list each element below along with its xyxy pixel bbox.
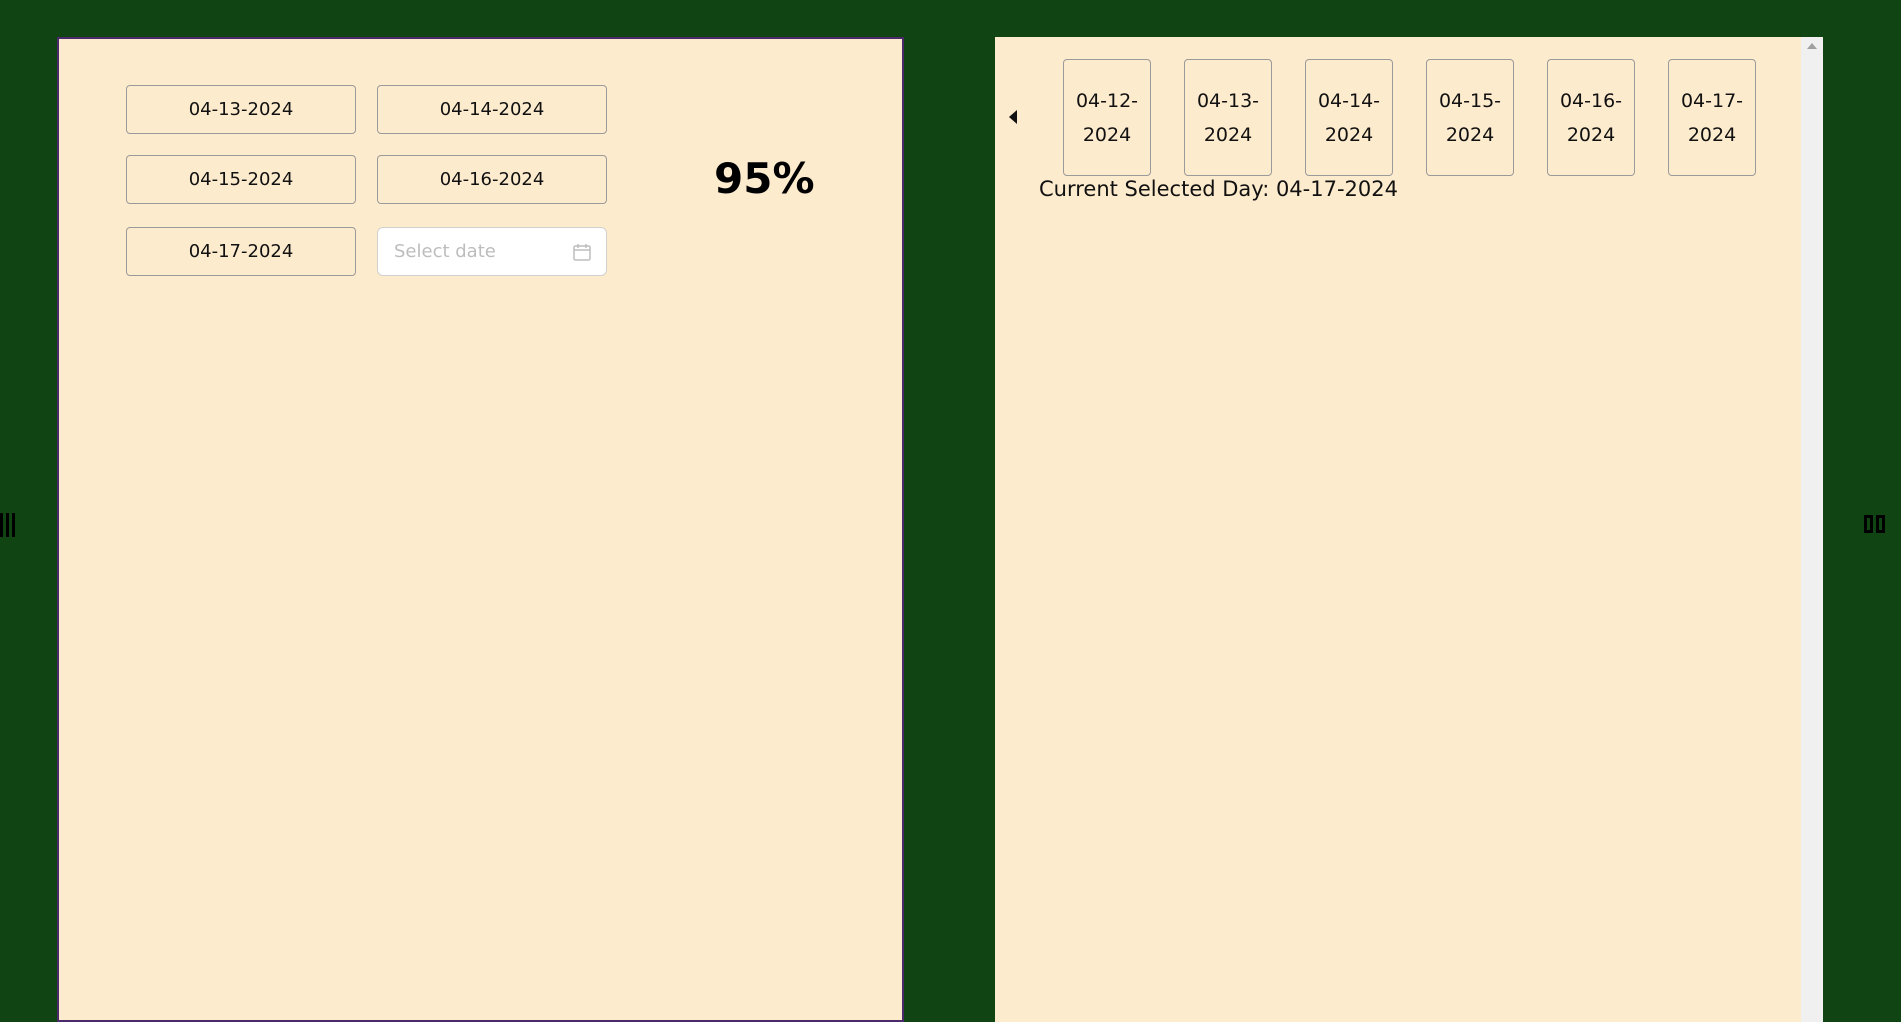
day-button-04-12-2024[interactable]: 04-12-2024 (1063, 59, 1151, 176)
day-button-04-16-2024[interactable]: 04-16-2024 (1547, 59, 1635, 176)
date-button-04-13-2024[interactable]: 04-13-2024 (126, 85, 356, 134)
date-picker-input[interactable] (392, 240, 572, 263)
progress-percent-label: 95% (714, 154, 815, 203)
date-button-04-17-2024[interactable]: 04-17-2024 (126, 227, 356, 276)
date-buttons-panel: 04-13-2024 04-14-2024 04-15-2024 04-16-2… (57, 37, 904, 1022)
scroll-up-arrow-icon[interactable] (1807, 43, 1817, 49)
date-button-04-14-2024[interactable]: 04-14-2024 (377, 85, 607, 134)
date-button-04-15-2024[interactable]: 04-15-2024 (126, 155, 356, 204)
current-selected-day: Current Selected Day: 04-17-2024 (1039, 177, 1398, 201)
bars-icon[interactable] (0, 513, 18, 537)
date-picker[interactable] (377, 227, 607, 276)
columns-icon[interactable] (1864, 515, 1885, 533)
day-selector-panel: 04-12-2024 04-13-2024 04-14-2024 04-15-2… (995, 37, 1823, 1022)
date-button-04-16-2024[interactable]: 04-16-2024 (377, 155, 607, 204)
day-button-04-13-2024[interactable]: 04-13-2024 (1184, 59, 1272, 176)
day-button-04-14-2024[interactable]: 04-14-2024 (1305, 59, 1393, 176)
day-button-04-17-2024[interactable]: 04-17-2024 (1668, 59, 1756, 176)
caret-left-icon[interactable] (1009, 110, 1017, 124)
day-button-04-15-2024[interactable]: 04-15-2024 (1426, 59, 1514, 176)
vertical-scrollbar[interactable] (1801, 37, 1823, 1022)
calendar-icon[interactable] (572, 242, 592, 262)
